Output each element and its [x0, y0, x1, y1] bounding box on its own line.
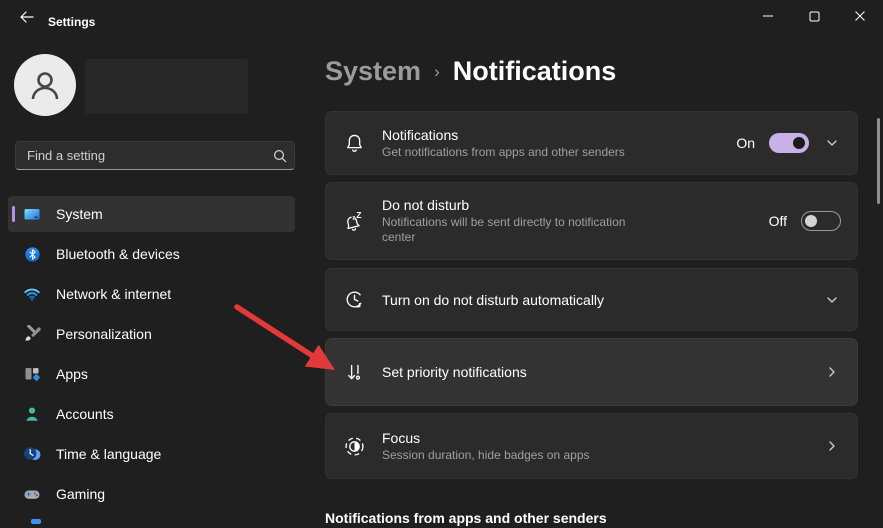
- card-subtitle: Notifications will be sent directly to n…: [382, 215, 626, 244]
- sidebar-nav: System Bluetooth & devices Network & int…: [8, 196, 295, 516]
- card-subtitle: Session duration, hide badges on apps: [382, 447, 590, 462]
- breadcrumb-parent[interactable]: System: [325, 56, 421, 87]
- card-focus[interactable]: Focus Session duration, hide badges on a…: [325, 413, 858, 479]
- card-subtitle: Get notifications from apps and other se…: [382, 144, 625, 159]
- svg-text:z: z: [352, 216, 355, 222]
- bluetooth-icon: [8, 246, 56, 263]
- sidebar-item-label: System: [56, 206, 103, 222]
- card-title: Set priority notifications: [382, 364, 527, 380]
- sidebar-item-bluetooth-devices[interactable]: Bluetooth & devices: [8, 236, 295, 272]
- sidebar-item-network-internet[interactable]: Network & internet: [8, 276, 295, 312]
- time-language-icon: [8, 445, 56, 463]
- sidebar-item-label: Time & language: [56, 446, 162, 462]
- do-not-disturb-toggle[interactable]: [801, 211, 841, 231]
- card-title: Focus: [382, 429, 421, 446]
- sidebar-item-label: Bluetooth & devices: [56, 246, 180, 262]
- close-button[interactable]: [837, 0, 883, 32]
- sidebar-item-gaming[interactable]: Gaming: [8, 476, 295, 512]
- card-do-not-disturb[interactable]: z Z Do not disturb Notifications will be…: [325, 182, 858, 260]
- card-notifications[interactable]: Notifications Get notifications from app…: [325, 111, 858, 175]
- clock-history-icon: [326, 288, 382, 311]
- notifications-toggle[interactable]: [769, 133, 809, 153]
- close-icon: [855, 11, 865, 21]
- sidebar-item-label: Gaming: [56, 486, 106, 502]
- search-icon[interactable]: [266, 149, 294, 163]
- search-box: [15, 141, 295, 170]
- app-title: Settings: [48, 15, 96, 29]
- card-title: Turn on do not disturb automatically: [382, 291, 605, 308]
- focus-icon: [326, 435, 382, 458]
- svg-text:Z: Z: [356, 210, 361, 220]
- system-icon: [8, 205, 56, 223]
- chevron-down-icon[interactable]: [823, 136, 841, 150]
- sidebar-item-partial-icon: [31, 519, 41, 524]
- back-arrow-icon: [20, 11, 34, 23]
- person-icon: [31, 72, 59, 100]
- sidebar-item-label: Network & internet: [56, 286, 172, 302]
- card-set-priority-notifications[interactable]: Set priority notifications: [325, 338, 858, 406]
- sidebar-item-system[interactable]: System: [8, 196, 295, 232]
- sidebar-item-label: Apps: [56, 366, 88, 382]
- priority-notifications-icon: [326, 361, 382, 384]
- toggle-state-label: Off: [768, 213, 787, 229]
- sidebar-item-apps[interactable]: Apps: [8, 356, 295, 392]
- titlebar: Settings: [0, 0, 883, 34]
- bell-snooze-icon: z Z: [326, 209, 382, 233]
- avatar: [14, 54, 76, 116]
- breadcrumb-separator-icon: ›: [434, 62, 440, 81]
- card-title: Notifications: [382, 126, 459, 143]
- maximize-icon: [809, 11, 819, 21]
- personalization-icon: [8, 325, 56, 343]
- section-header: Notifications from apps and other sender…: [325, 510, 607, 526]
- apps-icon: [8, 365, 56, 383]
- sidebar-item-label: Personalization: [56, 326, 152, 342]
- back-button[interactable]: [10, 4, 44, 30]
- sidebar-item-time-language[interactable]: Time & language: [8, 436, 295, 472]
- toggle-state-label: On: [736, 135, 755, 151]
- window-controls: [745, 0, 883, 32]
- card-title: Do not disturb: [382, 197, 470, 213]
- sidebar-item-label: Accounts: [56, 406, 114, 422]
- chevron-down-icon[interactable]: [823, 293, 841, 307]
- profile-name-area: [85, 59, 248, 114]
- card-dnd-automatic[interactable]: Turn on do not disturb automatically: [325, 268, 858, 331]
- breadcrumb: System › Notifications: [325, 56, 616, 87]
- chevron-right-icon[interactable]: [823, 439, 841, 453]
- maximize-button[interactable]: [791, 0, 837, 32]
- minimize-button[interactable]: [745, 0, 791, 32]
- minimize-icon: [763, 15, 773, 17]
- bell-icon: [326, 132, 382, 155]
- network-icon: [8, 285, 56, 303]
- page-title: Notifications: [452, 56, 617, 86]
- sidebar-item-accounts[interactable]: Accounts: [8, 396, 295, 432]
- scrollbar-thumb[interactable]: [877, 118, 880, 204]
- chevron-right-icon[interactable]: [823, 365, 841, 379]
- selection-indicator: [12, 206, 15, 222]
- accounts-icon: [8, 405, 56, 423]
- sidebar-item-personalization[interactable]: Personalization: [8, 316, 295, 352]
- gaming-icon: [8, 485, 56, 503]
- search-input[interactable]: [16, 148, 266, 163]
